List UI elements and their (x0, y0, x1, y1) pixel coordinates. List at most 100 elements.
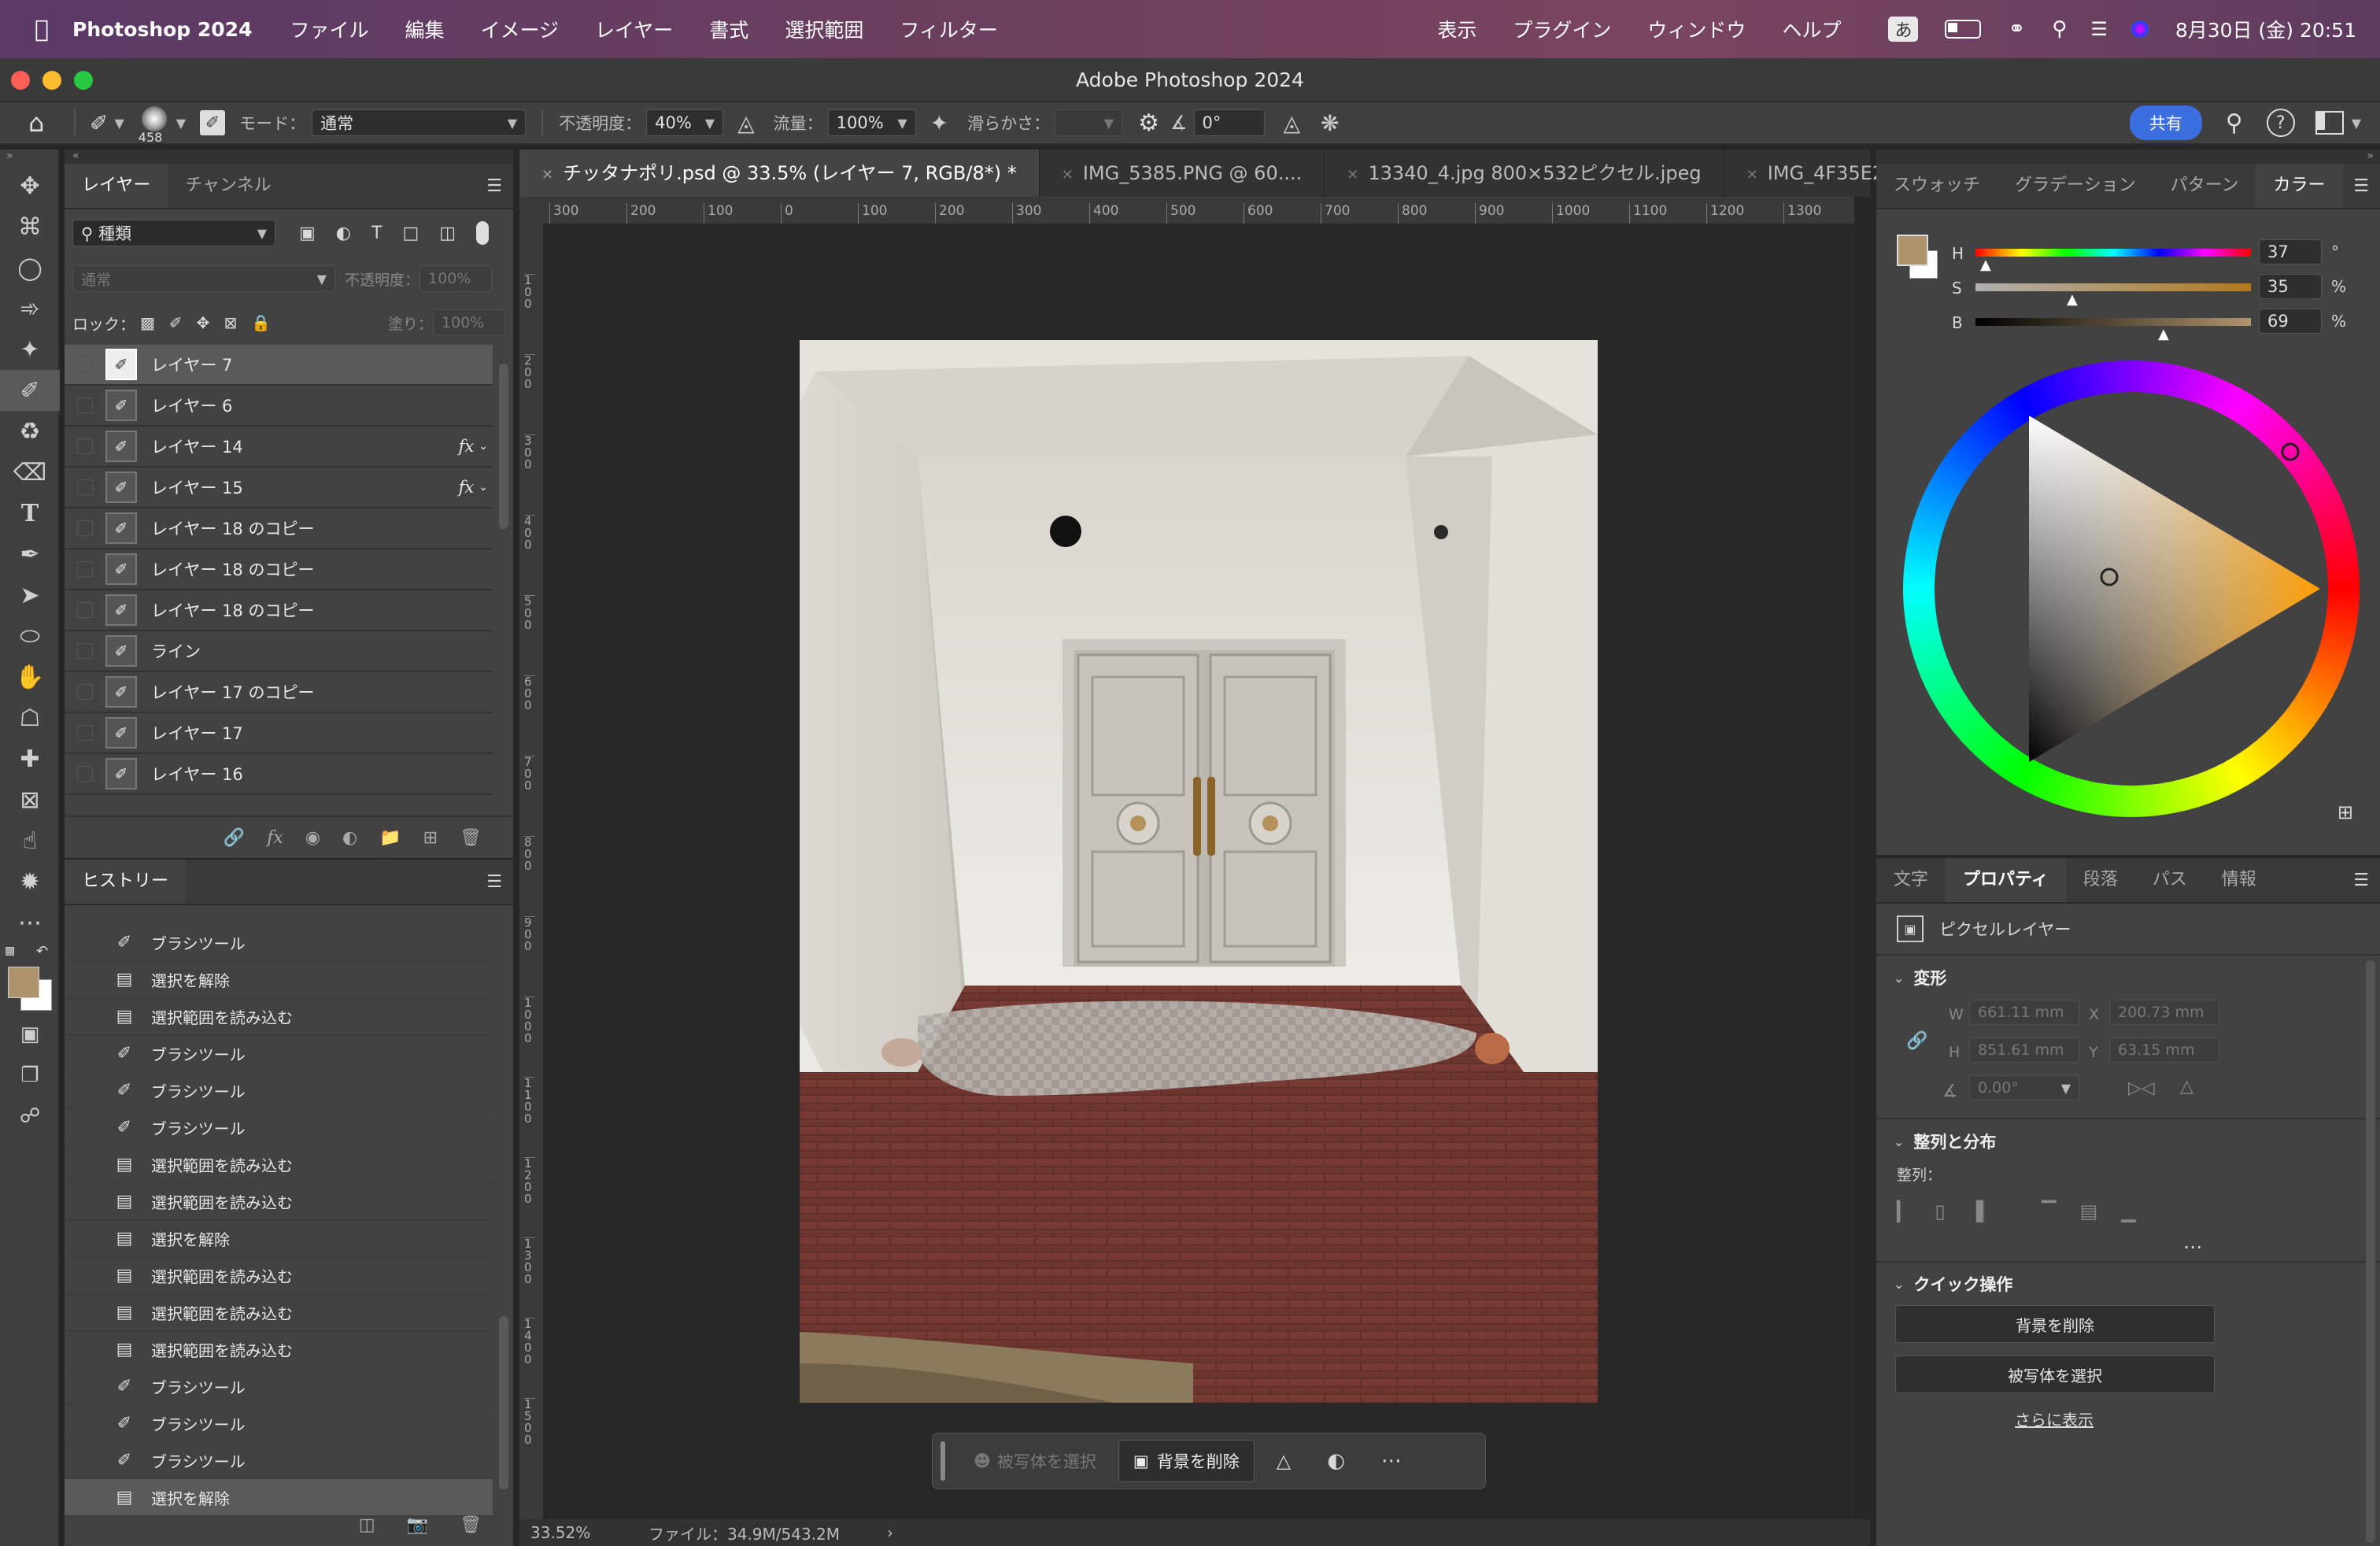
filter-toggle-icon[interactable] (476, 221, 490, 245)
doc-tab-3[interactable]: ✕ 13340_4.jpg 800×532ピクセル.jpeg (1325, 150, 1724, 197)
brightness-slider[interactable] (1975, 318, 2251, 326)
share-for-review-icon[interactable]: ☍ (0, 1096, 60, 1137)
smoothing-options-gear-icon[interactable]: ⚙ (1138, 109, 1159, 137)
visibility-toggle[interactable] (65, 754, 105, 793)
add-to-swatches-icon[interactable]: ⊞ (2338, 801, 2353, 823)
spotlight-search-icon[interactable]: ⚲ (2052, 17, 2067, 41)
close-icon[interactable]: ✕ (1062, 167, 1074, 183)
select-subject-button[interactable]: ☻ 被写体を選択 (958, 1441, 1112, 1481)
remove-background-button[interactable]: ▣ 背景を削除 (1118, 1440, 1255, 1482)
align-right-edges-icon[interactable]: ▐ (1969, 1200, 1983, 1222)
history-state[interactable]: ✐ ブラシツール (65, 1442, 493, 1479)
tab-color[interactable]: カラー (2256, 164, 2343, 208)
elliptical-marquee-tool-icon[interactable]: ◯ (0, 247, 60, 288)
history-state[interactable]: ✐ ブラシツール (65, 1109, 493, 1146)
layer-row[interactable]: ✐ レイヤー 18 のコピー (65, 590, 493, 631)
visibility-toggle[interactable] (65, 795, 105, 798)
layer-row[interactable]: ✐ レイヤー 17 のコピー (65, 672, 493, 713)
history-state[interactable]: ✐ ブラシツール (65, 1368, 493, 1405)
eraser-tool-icon[interactable]: ⌫ (0, 452, 60, 493)
tab-channels[interactable]: チャンネル (168, 164, 288, 208)
apple-icon[interactable]:  (35, 16, 49, 43)
adjustment-icon[interactable]: ◐ (1327, 1449, 1345, 1473)
quick-actions-section-header[interactable]: ⌄ クイック操作 (1876, 1263, 2380, 1305)
history-state[interactable]: ▤ 選択範囲を読み込む (65, 1257, 493, 1294)
layer-row[interactable]: ✐ レイヤー 7 (65, 345, 493, 386)
chevron-down-icon[interactable]: ▼ (2352, 116, 2361, 131)
lock-image-icon[interactable]: ✐ (169, 313, 183, 332)
saturation-slider-thumb[interactable]: ▲ (2067, 291, 2078, 308)
history-state[interactable]: ▤ 選択を解除 (65, 1220, 493, 1257)
color-triangle[interactable] (1903, 361, 2360, 817)
layer-name[interactable]: レイヤー 6 (151, 394, 488, 417)
layer-name[interactable]: レイヤー 16 (151, 762, 488, 786)
y-field[interactable]: 63.15 mm (2109, 1037, 2219, 1063)
transform-icon[interactable]: △ (1277, 1450, 1291, 1472)
layer-row[interactable]: ✐レイヤー 19fx⌄ (65, 795, 493, 798)
delete-layer-icon[interactable]: 🗑 (460, 828, 482, 848)
lock-position-icon[interactable]: ✥ (197, 313, 210, 332)
canvas-pasteboard[interactable]: ☻ 被写体を選択 ▣ 背景を削除 △ ◐ ⋯ (543, 224, 1854, 1519)
doc-tab-2[interactable]: ✕ IMG_5385.PNG @ 60.... (1040, 150, 1325, 197)
x-field[interactable]: 200.73 mm (2109, 1000, 2219, 1025)
lock-all-icon[interactable]: 🔒 (251, 313, 271, 332)
quick-mask-icon[interactable]: ▣ (0, 1014, 60, 1055)
layer-opacity-field[interactable]: 100% (419, 265, 493, 292)
menu-edit[interactable]: 編集 (405, 15, 445, 43)
input-method-indicator[interactable]: あ (1888, 17, 1919, 42)
menu-window[interactable]: ウィンドウ (1647, 15, 1746, 43)
history-state[interactable]: ✐ ブラシツール (65, 1035, 493, 1072)
brightness-field[interactable]: 69 (2259, 309, 2322, 334)
layer-row[interactable]: ✐ レイヤー 15 fx ⌄ (65, 468, 493, 509)
layer-blend-select[interactable]: 通常 ▼ (72, 265, 335, 292)
sponge-tool-icon[interactable]: ✹ (0, 861, 60, 902)
pressure-opacity-icon[interactable]: ◬ (737, 110, 755, 136)
airbrush-icon[interactable]: ✦ (930, 110, 948, 136)
layer-name[interactable]: ライン (151, 639, 488, 663)
tab-paragraph[interactable]: 段落 (2066, 858, 2135, 902)
chevron-down-icon[interactable]: ⌄ (479, 440, 488, 453)
tab-gradients[interactable]: グラデーション (1998, 164, 2153, 208)
align-section-header[interactable]: ⌄ 整列と分布 (1876, 1119, 2380, 1163)
hue-slider-thumb[interactable]: ▲ (1980, 257, 1991, 273)
visibility-toggle[interactable] (65, 345, 105, 384)
height-field[interactable]: 851.61 mm (1969, 1037, 2079, 1063)
path-selection-tool-icon[interactable]: ➤ (0, 575, 60, 616)
layer-effects-fx[interactable]: fx (459, 437, 475, 456)
screen-mirror-icon[interactable]: ⚭ (2008, 17, 2025, 41)
history-state[interactable]: ▤ 選択範囲を読み込む (65, 1331, 493, 1368)
add-mask-icon[interactable]: ◉ (305, 828, 320, 848)
smudge-tool-icon[interactable]: ☝ (0, 820, 60, 861)
app-menu[interactable]: Photoshop 2024 (72, 18, 252, 41)
frame-tool-icon[interactable]: ⊠ (0, 779, 60, 820)
visibility-toggle[interactable] (65, 509, 105, 548)
collapse-right-panels-icon[interactable]: » (1876, 150, 2380, 164)
brush-angle-field[interactable]: 0° (1193, 109, 1265, 136)
visibility-toggle[interactable] (65, 590, 105, 630)
color-panel-foreground-swatch[interactable] (1897, 235, 1928, 266)
transform-section-header[interactable]: ⌄ 変形 (1876, 956, 2380, 1000)
brush-tool-icon[interactable]: ✐ (0, 370, 60, 411)
new-group-icon[interactable]: 📁 (379, 828, 401, 848)
link-layers-icon[interactable]: 🔗 (224, 828, 245, 848)
color-wheel[interactable] (1903, 361, 2360, 817)
layer-name[interactable]: レイヤー 18 のコピー (151, 598, 488, 622)
screen-mode-icon[interactable]: ❐ (0, 1055, 60, 1096)
layer-row[interactable]: ✐ ライン (65, 631, 493, 672)
panel-menu-icon[interactable]: ☰ (486, 872, 502, 892)
properties-scrollbar[interactable] (2366, 960, 2375, 1543)
clone-stamp-tool-icon[interactable]: ♻ (0, 411, 60, 452)
magic-wand-tool-icon[interactable]: ✦ (0, 329, 60, 370)
layer-row[interactable]: ✐ レイヤー 14 fx ⌄ (65, 427, 493, 468)
document-canvas[interactable] (800, 340, 1598, 1403)
visibility-toggle[interactable] (65, 631, 105, 671)
chevron-down-icon[interactable]: ▼ (176, 116, 186, 131)
close-icon[interactable]: ✕ (541, 167, 553, 183)
menubar-clock[interactable]: 8月30日 (金) 20:51 (2175, 15, 2356, 43)
healing-brush-tool-icon[interactable]: ✚ (0, 738, 60, 779)
lock-transparent-icon[interactable]: ▩ (140, 313, 155, 332)
visibility-toggle[interactable] (65, 427, 105, 466)
layer-name[interactable]: レイヤー 17 (151, 721, 488, 745)
layer-name[interactable]: レイヤー 17 のコピー (151, 680, 488, 704)
visibility-toggle[interactable] (65, 549, 105, 589)
